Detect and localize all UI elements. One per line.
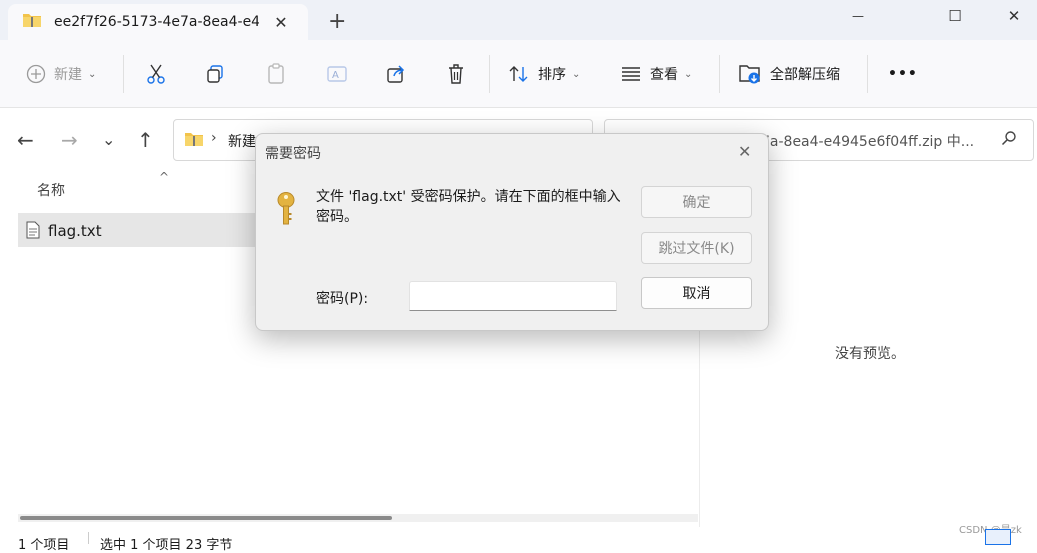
view-button[interactable]: 查看 ⌄ xyxy=(620,58,692,90)
close-window-button[interactable]: ✕ xyxy=(991,0,1037,32)
password-dialog: 需要密码 ✕ 文件 'flag.txt' 受密码保护。请在下面的框中输入密码。 … xyxy=(255,133,769,331)
new-tab-button[interactable]: + xyxy=(328,9,346,34)
column-header-name[interactable]: 名称 xyxy=(37,180,65,200)
zip-folder-icon xyxy=(184,131,204,151)
item-count: 1 个项目 xyxy=(18,538,70,553)
breadcrumb[interactable]: 新建 xyxy=(228,131,256,151)
cut-button[interactable] xyxy=(146,58,166,90)
tab-title: ee2f7f26-5173-4e7a-8ea4-e49 xyxy=(54,14,259,30)
status-bar: 1 个项目 选中 1 个项目 23 字节 xyxy=(0,527,1037,553)
sort-caret-icon: ^ xyxy=(159,170,170,184)
minimize-icon: — xyxy=(852,9,864,23)
dialog-message: 文件 'flag.txt' 受密码保护。请在下面的框中输入密码。 xyxy=(316,189,621,225)
search-input[interactable]: 7a-8ea4-e4945e6f04ff.zip 中... xyxy=(761,131,974,151)
chevron-down-icon: ⌄ xyxy=(572,68,581,80)
extract-all-button[interactable]: 全部解压缩 xyxy=(738,58,840,90)
cancel-button[interactable]: 取消 xyxy=(641,277,752,309)
more-button[interactable]: ••• xyxy=(888,58,918,90)
copy-button[interactable] xyxy=(205,58,225,90)
new-label: 新建 xyxy=(54,67,82,83)
dialog-title: 需要密码 xyxy=(265,146,321,162)
minimize-button[interactable]: — xyxy=(835,0,881,32)
sort-label: 排序 xyxy=(538,67,566,83)
zip-folder-icon xyxy=(22,12,42,32)
ok-button[interactable]: 确定 xyxy=(641,186,752,218)
back-arrow-icon[interactable]: ← xyxy=(17,128,34,152)
list-item[interactable]: flag.txt xyxy=(18,213,258,247)
scissors-icon xyxy=(147,64,165,84)
view-label: 查看 xyxy=(650,67,678,83)
list-view-icon xyxy=(622,67,640,81)
extract-folder-icon xyxy=(739,65,760,84)
copy-icon xyxy=(207,65,223,83)
key-icon xyxy=(276,192,296,234)
share-button[interactable] xyxy=(386,58,406,90)
maximize-icon: ☐ xyxy=(948,7,962,25)
status-divider xyxy=(88,532,89,544)
maximize-button[interactable]: ☐ xyxy=(932,0,978,32)
no-preview-text: 没有预览。 xyxy=(835,346,905,362)
password-label: 密码(P): xyxy=(316,291,369,307)
breadcrumb-chevron-icon: › xyxy=(211,130,217,146)
plus-circle-icon xyxy=(26,64,46,84)
rename-icon: A xyxy=(327,66,347,82)
sort-icon xyxy=(509,66,528,82)
svg-text:A: A xyxy=(332,70,339,81)
clipboard-icon xyxy=(268,63,284,84)
delete-button[interactable] xyxy=(446,58,466,90)
close-icon: ✕ xyxy=(1007,7,1021,25)
up-arrow-icon[interactable]: ↑ xyxy=(137,128,154,152)
skip-file-button[interactable]: 跳过文件(K) xyxy=(641,232,752,264)
toolbar-divider xyxy=(719,55,720,93)
scrollbar-thumb[interactable] xyxy=(20,516,392,520)
search-icon[interactable] xyxy=(1001,130,1017,150)
extract-all-label: 全部解压缩 xyxy=(770,67,840,83)
toolbar-divider xyxy=(123,55,124,93)
toolbar-divider xyxy=(867,55,868,93)
recent-chevron-icon[interactable]: ⌄ xyxy=(102,130,115,149)
toolbar-divider xyxy=(489,55,490,93)
tab-zip[interactable]: ee2f7f26-5173-4e7a-8ea4-e49 ✕ xyxy=(8,4,308,40)
share-icon xyxy=(387,65,405,83)
text-file-icon xyxy=(26,221,40,243)
trash-icon xyxy=(449,64,463,84)
file-name: flag.txt xyxy=(48,222,102,240)
new-button[interactable]: 新建 ⌄ xyxy=(26,58,96,90)
chevron-down-icon: ⌄ xyxy=(88,68,97,80)
selection-info: 选中 1 个项目 23 字节 xyxy=(100,538,233,553)
dialog-close-icon[interactable]: ✕ xyxy=(738,142,751,161)
forward-arrow-icon[interactable]: → xyxy=(61,128,78,152)
tab-close-icon[interactable]: ✕ xyxy=(269,13,293,32)
chevron-down-icon: ⌄ xyxy=(684,68,693,80)
sort-button[interactable]: 排序 ⌄ xyxy=(508,58,580,90)
rename-button[interactable]: A xyxy=(326,58,348,90)
password-input[interactable] xyxy=(409,281,617,311)
paste-button[interactable] xyxy=(266,58,286,90)
